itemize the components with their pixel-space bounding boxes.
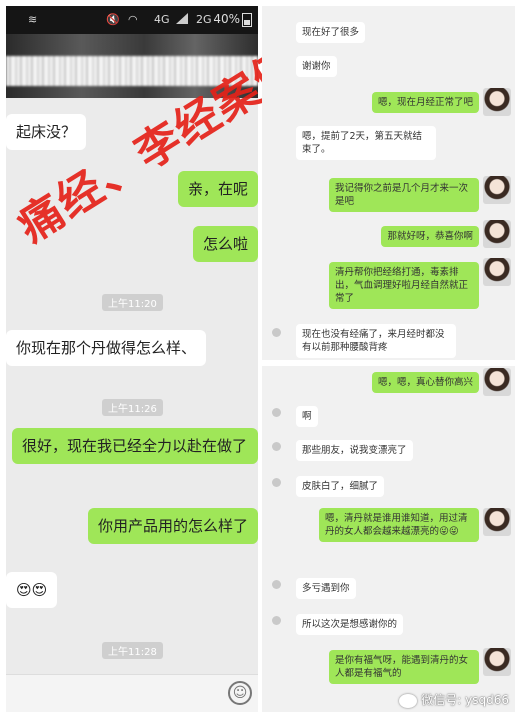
chat-bubble-sent: 是你有福气呀，能遇到清丹的女人都是有福气的 <box>329 650 479 684</box>
avatar <box>483 648 511 676</box>
battery-label: 40% <box>213 12 240 26</box>
chat-bubble-received: 啊 <box>296 406 318 427</box>
chat-bubble-sent: 那就好呀，恭喜你啊 <box>381 226 479 247</box>
network-label-4g: 4G <box>154 13 170 26</box>
avatar <box>268 476 286 498</box>
right-chat-screenshot-2: 嗯，嗯，真心替你高兴 啊 那些朋友，说我变漂亮了 皮肤白了，细腻了 嗯，清丹就是… <box>262 366 515 712</box>
avatar <box>268 406 286 428</box>
avatar <box>268 326 286 348</box>
battery-icon <box>242 12 252 27</box>
chat-bubble-received: 你现在那个丹做得怎么样、 <box>6 330 207 366</box>
timestamp: 上午11:26 <box>102 399 163 416</box>
chat-bubble-received: 起床没？ <box>6 114 87 150</box>
chat-bubble-sent: 我记得你之前是几个月才来一次是吧 <box>329 178 479 212</box>
avatar <box>483 368 511 396</box>
status-bar: ≋ 🔇 ◠ 4G 2G 40% <box>6 6 258 34</box>
right-chat-screenshot-1: 现在好了很多 谢谢你 嗯，现在月经正常了吧 嗯，提前了2天，第五天就结束了。 我… <box>262 6 515 360</box>
timestamp: 上午11:20 <box>102 294 163 311</box>
avatar <box>483 176 511 204</box>
mute-icon: 🔇 <box>106 13 120 26</box>
battery-indicator: 40% <box>213 12 252 27</box>
avatar <box>268 614 286 636</box>
chat-bubble-received: 嗯，提前了2天，第五天就结束了。 <box>296 126 436 160</box>
wifi-signal-icon: ◠ <box>128 13 138 26</box>
emoji-button-icon[interactable]: ☺ <box>228 681 252 705</box>
chat-bubble-received: 所以这次是想感谢你的 <box>296 614 404 635</box>
avatar <box>483 220 511 248</box>
signal-bars-icon <box>176 13 188 24</box>
avatar <box>268 440 286 462</box>
watermark-text: 微信号: ysqd66 <box>421 693 509 707</box>
avatar <box>268 578 286 600</box>
chat-bubble-sent: 嗯，清丹就是谁用谁知道，用过清丹的女人都会越来越漂亮的😜😜 <box>319 508 479 542</box>
timestamp: 上午11:28 <box>102 642 163 659</box>
chat-bubble-sent: 很好，现在我已经全力以赴在做了 <box>12 428 258 464</box>
chat-bubble-sent: 嗯，嗯，真心替你高兴 <box>371 372 479 393</box>
chat-bubble-received: 皮肤白了，细腻了 <box>296 476 385 497</box>
avatar <box>483 258 511 286</box>
chat-bubble-sent: 亲，在呢 <box>177 171 258 207</box>
avatar <box>483 88 511 116</box>
input-bar[interactable]: ☺ <box>6 674 258 712</box>
wechat-icon <box>399 693 418 708</box>
chat-bubble-received: 多亏遇到你 <box>296 578 356 599</box>
avatar <box>483 508 511 536</box>
chat-bubble-sent: 怎么啦 <box>192 226 258 262</box>
chat-bubble-sent: 你用产品用的怎么样了 <box>87 508 258 544</box>
wechat-watermark: 微信号: ysqd66 <box>399 691 509 708</box>
chat-bubble-received: 那些朋友，说我变漂亮了 <box>296 440 413 461</box>
chat-bubble-received: 现在也没有经痛了，来月经时都没有以前那种腰酸背疼 <box>296 324 456 358</box>
chat-bubble-received: 😍😍 <box>6 572 58 608</box>
chat-bubble-sent: 嗯，现在月经正常了吧 <box>371 92 479 113</box>
chat-bubble-received: 现在好了很多 <box>296 22 366 43</box>
network-label-2g: 2G <box>196 13 212 26</box>
chat-bubble-received: 谢谢你 <box>296 56 337 77</box>
chat-bubble-sent: 清丹帮你把经络打通，毒素排出，气血调理好啦月经自然就正常了 <box>329 262 479 309</box>
wifi-icon: ≋ <box>28 13 38 26</box>
